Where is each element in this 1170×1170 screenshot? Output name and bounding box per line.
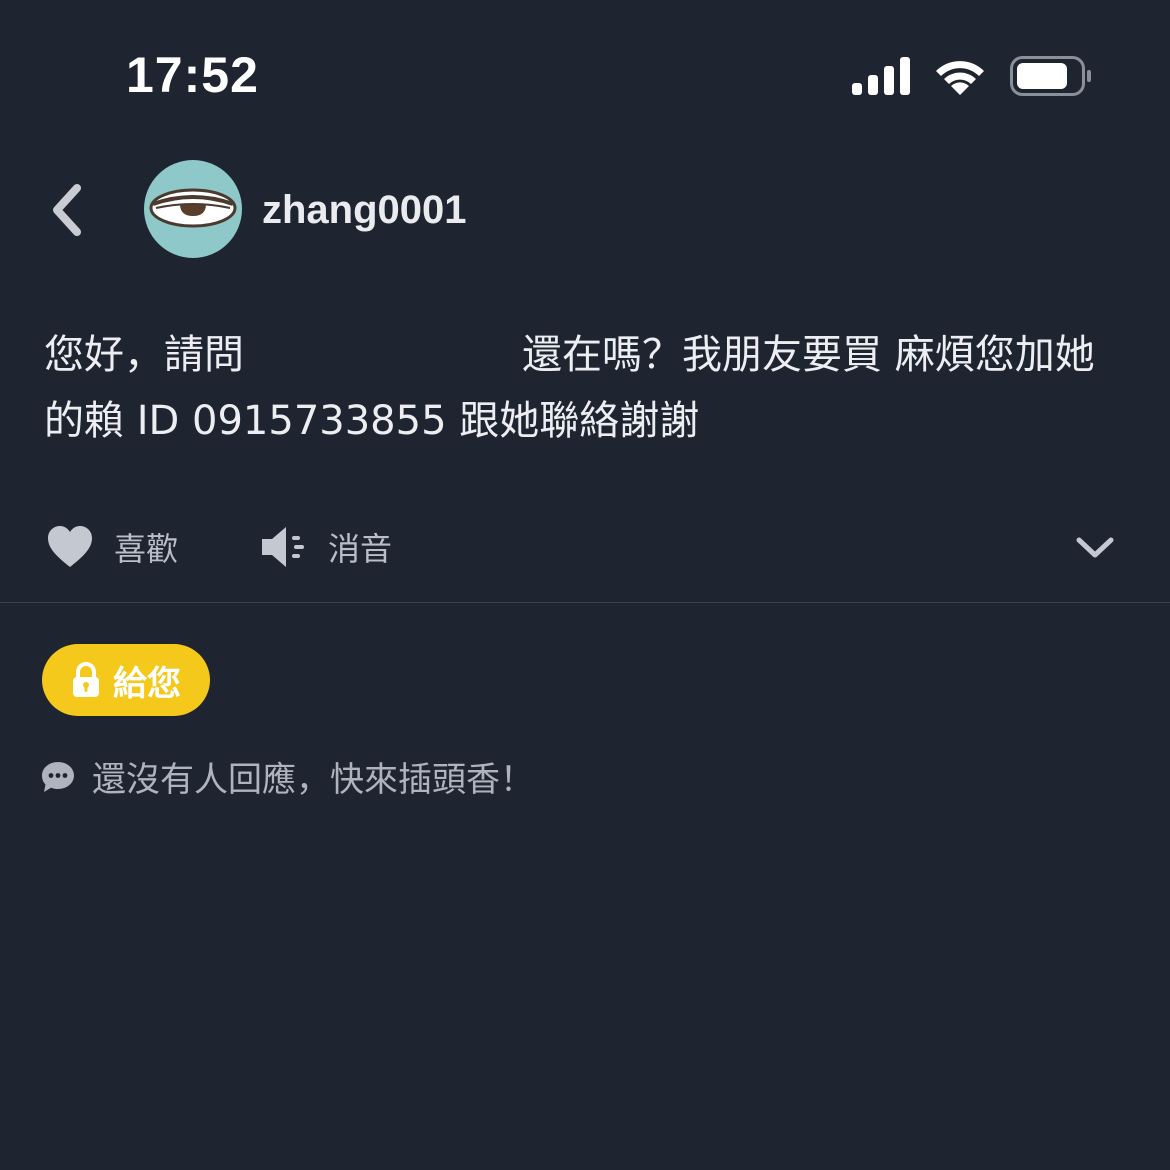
expand-button[interactable]	[1072, 528, 1118, 568]
mute-label: 消音	[328, 530, 393, 568]
like-label: 喜歡	[114, 530, 179, 568]
give-label: 給您	[113, 663, 181, 704]
post-actions: 喜歡 消音	[0, 512, 1170, 584]
chevron-down-icon	[1076, 537, 1114, 558]
speaker-mute-icon	[262, 527, 304, 567]
status-time: 17:52	[126, 47, 259, 103]
lock-icon	[73, 662, 99, 697]
cellular-signal-icon	[852, 57, 910, 95]
empty-replies: 還沒有人回應，快來插頭香！	[40, 752, 534, 801]
eye-avatar-icon	[149, 188, 237, 228]
status-bar: 17:52	[0, 0, 1170, 150]
heart-icon	[48, 526, 92, 567]
mute-button[interactable]: 消音	[260, 524, 392, 570]
divider	[0, 602, 1170, 603]
give-button[interactable]: 給您	[42, 644, 210, 716]
back-button[interactable]	[36, 178, 96, 242]
post-header: zhang0001	[0, 150, 1170, 270]
username[interactable]: zhang0001	[262, 188, 467, 233]
post-text-part1: 您好，請問	[44, 332, 244, 378]
empty-replies-text: 還沒有人回應，快來插頭香！	[92, 760, 534, 800]
battery-icon	[1010, 56, 1091, 96]
status-icons	[852, 56, 1092, 96]
post-content: 您好，請問 還在嗎？我朋友要買 麻煩您加她的賴 ID 0915733855 跟她聯…	[44, 322, 1124, 454]
comment-bubble-icon	[42, 761, 74, 792]
avatar[interactable]	[144, 160, 242, 258]
like-button[interactable]: 喜歡	[46, 524, 178, 570]
wifi-icon	[936, 61, 984, 95]
chevron-left-icon	[53, 184, 81, 236]
